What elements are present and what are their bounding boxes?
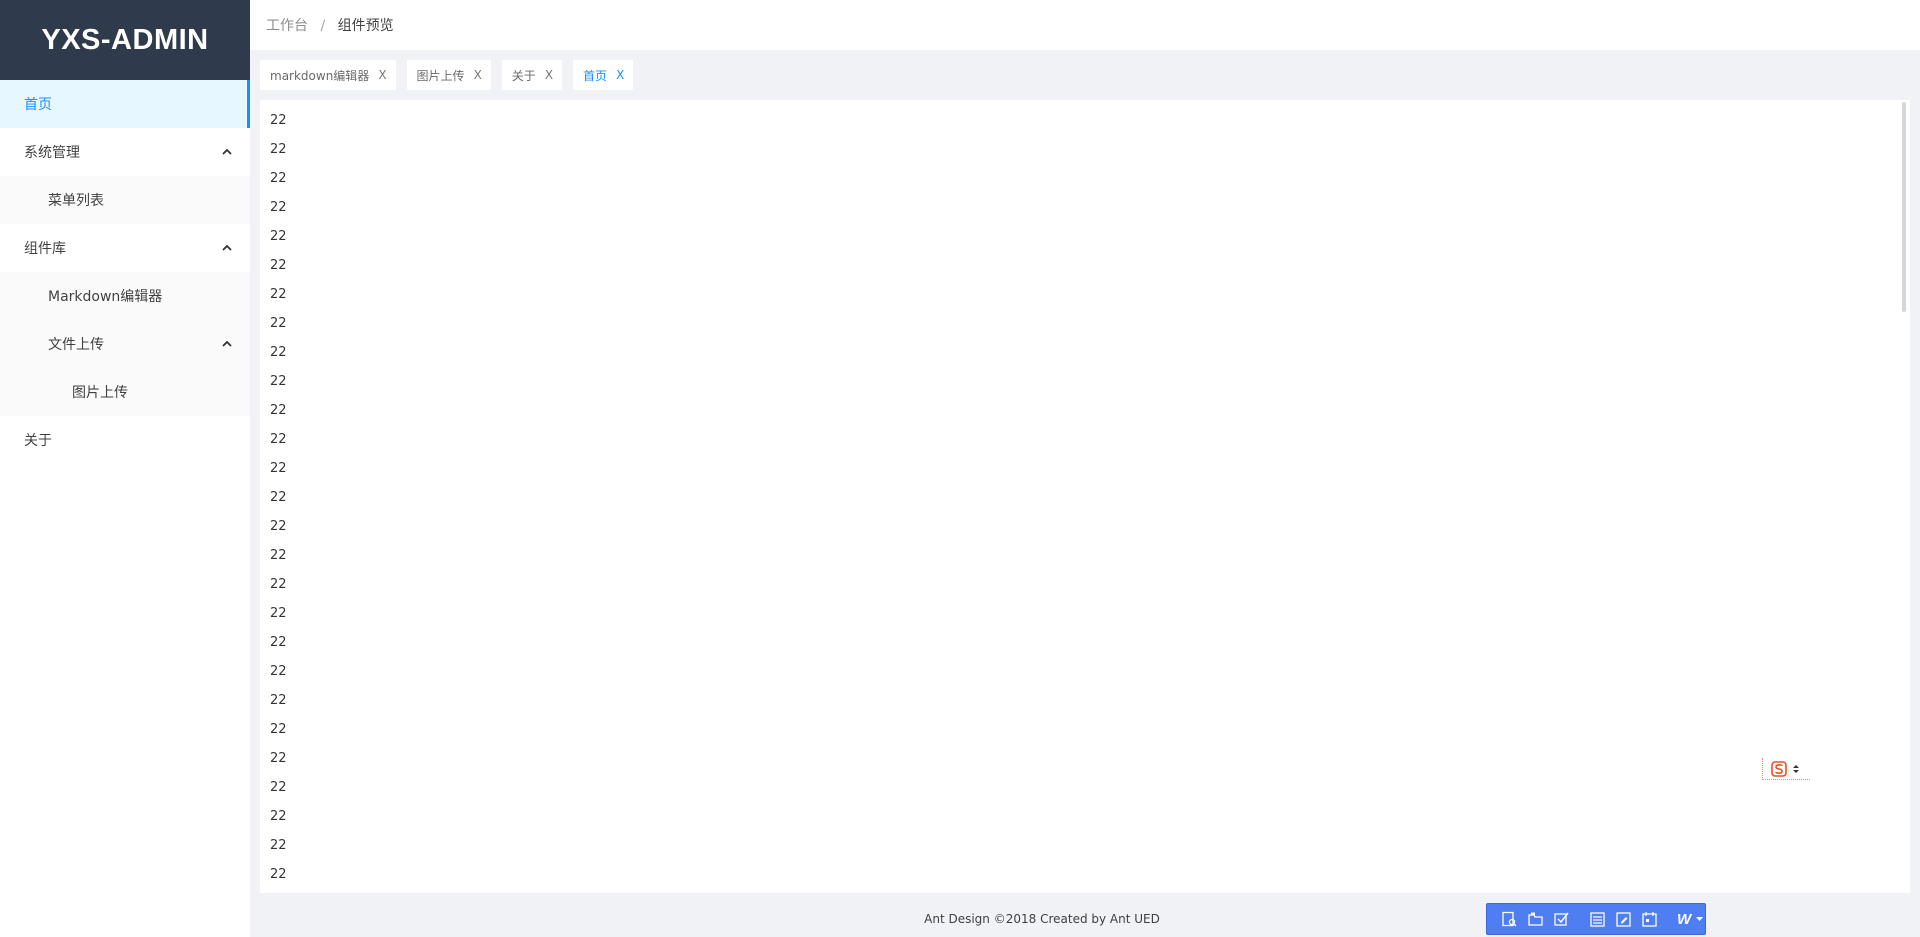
header: 工作台 / 组件预览 — [250, 0, 1920, 50]
tab-label: 图片上传 — [416, 68, 465, 83]
content-line: 22 — [270, 432, 287, 447]
content-line: 22 — [270, 113, 287, 128]
content-line: 22 — [270, 722, 287, 737]
footer-text: Ant Design ©2018 Created by Ant UED — [924, 912, 1160, 926]
scrollbar[interactable] — [1902, 102, 1906, 312]
tab-label: 关于 — [511, 68, 536, 83]
menu-item-image-upload[interactable]: 图片上传 — [0, 368, 250, 416]
tab-label: 首页 — [583, 68, 608, 83]
logo: YXS-ADMIN — [0, 0, 250, 80]
close-icon[interactable]: X — [378, 68, 386, 82]
menu-item-label: 系统管理 — [24, 145, 80, 161]
ime-widget[interactable] — [1762, 758, 1810, 780]
close-icon[interactable]: X — [616, 68, 624, 82]
close-icon[interactable]: X — [474, 68, 482, 82]
menu-item-about[interactable]: 关于 — [0, 416, 250, 464]
menu-item-menu-list[interactable]: 菜单列表 — [0, 176, 250, 224]
checkbox-icon[interactable] — [1553, 911, 1570, 928]
content-line: 22 — [270, 519, 287, 534]
calendar-icon[interactable] — [1641, 911, 1658, 928]
content-line: 22 — [270, 635, 287, 650]
stepper-arrows-icon — [1793, 764, 1799, 773]
content-line: 22 — [270, 258, 287, 273]
menu-item-home[interactable]: 首页 — [0, 80, 250, 128]
folder-icon[interactable] — [1527, 911, 1544, 928]
content-line: 22 — [270, 403, 287, 418]
menu-item-components[interactable]: 组件库 — [0, 224, 250, 272]
content-line: 22 — [270, 751, 287, 766]
menu-item-label: 图片上传 — [72, 385, 128, 401]
content-panel: 22 22 22 22 22 22 22 22 22 22 22 22 22 22 22 22 22 22 22 22… — [260, 100, 1910, 893]
content-line: 22 — [270, 606, 287, 621]
tab-bar: markdown编辑器 X 图片上传 X 关于 X 首页 X — [260, 60, 634, 90]
sogou-s-icon — [1771, 760, 1787, 777]
sidebar: YXS-ADMIN 首页 系统管理 菜单列表 组件库 Markdown编辑器 文… — [0, 0, 250, 937]
chevron-up-icon — [222, 341, 232, 347]
menu-item-file-upload[interactable]: 文件上传 — [0, 320, 250, 368]
content-line: 22 — [270, 345, 287, 360]
menu-item-label: Markdown编辑器 — [48, 289, 163, 305]
content-line: 22 — [270, 229, 287, 244]
content-line: 22 — [270, 548, 287, 563]
tab-about[interactable]: 关于 X — [501, 60, 563, 90]
close-icon[interactable]: X — [545, 68, 553, 82]
tab-markdown[interactable]: markdown编辑器 X — [260, 60, 396, 90]
content-line: 22 — [270, 809, 287, 824]
document-list-icon[interactable] — [1589, 911, 1606, 928]
chevron-up-icon — [222, 149, 232, 155]
content-line: 22 — [270, 867, 287, 882]
document-search-icon[interactable] — [1501, 911, 1518, 928]
content-line: 22 — [270, 577, 287, 592]
content-lines: 22 22 22 22 22 22 22 22 22 22 22 22 22 22 22 22 22 22 22 22… — [260, 100, 1910, 893]
content-line: 22 — [270, 142, 287, 157]
wps-icon[interactable]: W — [1677, 911, 1691, 928]
menu-item-markdown[interactable]: Markdown编辑器 — [0, 272, 250, 320]
menu-item-system[interactable]: 系统管理 — [0, 128, 250, 176]
content-line: 22 — [270, 200, 287, 215]
content-line: 22 — [270, 287, 287, 302]
content-line: 22 — [270, 374, 287, 389]
menu-item-label: 首页 — [24, 97, 52, 113]
menu-item-label: 关于 — [24, 433, 52, 449]
caret-down-icon[interactable] — [1696, 917, 1704, 921]
content-line: 22 — [270, 171, 287, 186]
chevron-up-icon — [222, 245, 232, 251]
menu-item-label: 菜单列表 — [48, 193, 104, 209]
menu-item-label: 文件上传 — [48, 337, 104, 353]
floating-toolbar: W — [1486, 903, 1706, 935]
content-line: 22 — [270, 780, 287, 795]
content-line: 22 — [270, 664, 287, 679]
breadcrumb-separator: / — [320, 18, 326, 34]
breadcrumb: 工作台 / 组件预览 — [266, 15, 394, 35]
content-line: 22 — [270, 838, 287, 853]
breadcrumb-current: 组件预览 — [337, 18, 394, 34]
tab-image-upload[interactable]: 图片上传 X — [406, 60, 491, 90]
content-line: 22 — [270, 693, 287, 708]
edit-document-icon[interactable] — [1615, 911, 1632, 928]
tab-home[interactable]: 首页 X — [573, 60, 634, 90]
content-line: 22 — [270, 316, 287, 331]
content-line: 22 — [270, 461, 287, 476]
tab-label: markdown编辑器 — [270, 68, 370, 83]
breadcrumb-root[interactable]: 工作台 — [266, 18, 308, 34]
menu-item-label: 组件库 — [24, 241, 66, 257]
content-line: 22 — [270, 490, 287, 505]
